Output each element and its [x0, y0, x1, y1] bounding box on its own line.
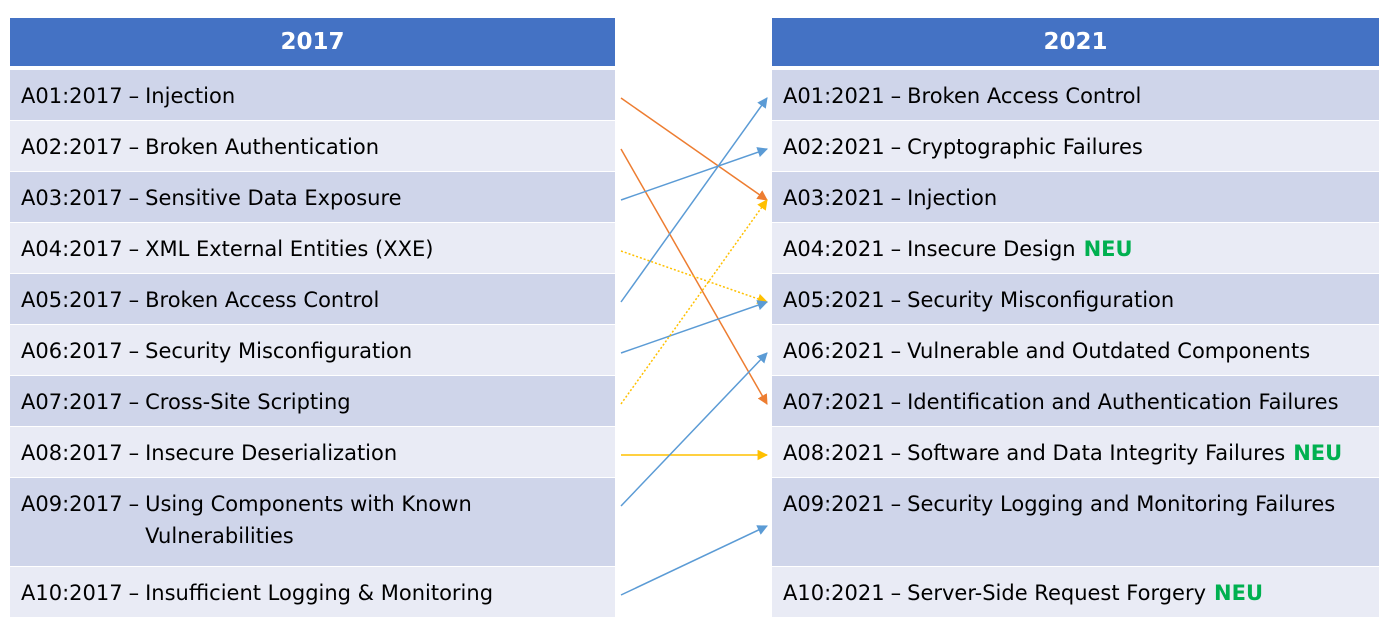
mapping-arrow: [620, 352, 768, 507]
mapping-arrow: [620, 147, 768, 201]
mapping-arrow: [620, 199, 768, 405]
mapping-arrow: [620, 525, 768, 596]
mapping-arrow: [620, 97, 768, 201]
mapping-arrow: [620, 97, 768, 303]
mapping-arrow: [620, 300, 768, 354]
mapping-arrow: [620, 250, 768, 304]
mapping-arrows: [620, 97, 769, 596]
